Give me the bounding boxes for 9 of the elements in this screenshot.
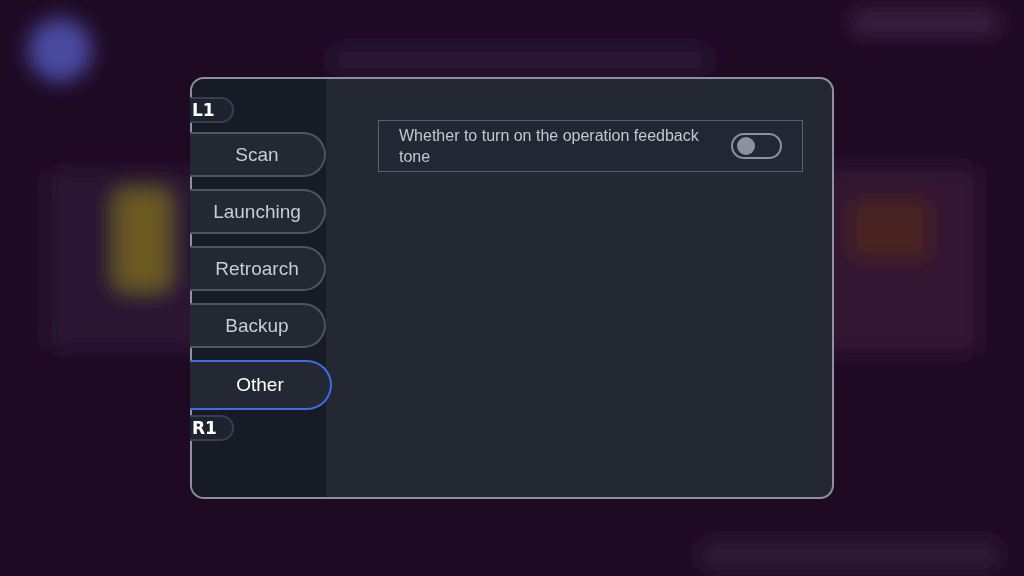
sidebar-tab[interactable]: Retroarch bbox=[190, 246, 326, 291]
toggle-switch[interactable] bbox=[731, 133, 782, 159]
sidebar-tab[interactable]: Scan bbox=[190, 132, 326, 177]
setting-label: Whether to turn on the operation feedback tone bbox=[399, 126, 699, 167]
sidebar-tab[interactable]: Launching bbox=[190, 189, 326, 234]
shoulder-button-hint: L1 bbox=[190, 97, 234, 123]
shoulder-button-hint: R1 bbox=[190, 415, 234, 441]
sidebar-tab[interactable]: Other bbox=[190, 360, 332, 410]
sidebar-tab[interactable]: Backup bbox=[190, 303, 326, 348]
